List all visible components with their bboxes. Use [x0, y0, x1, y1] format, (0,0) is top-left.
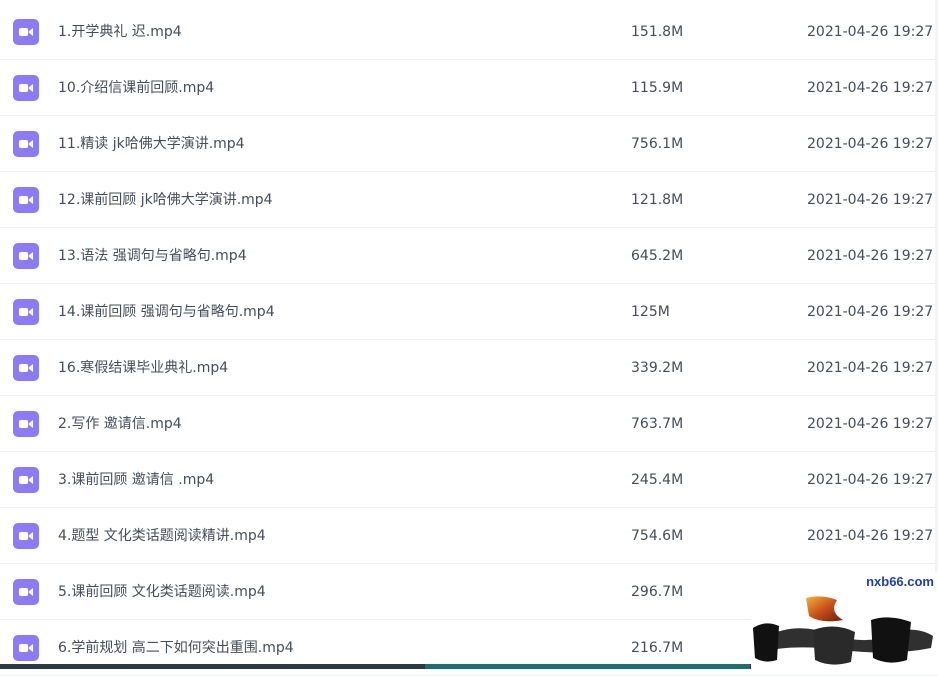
file-modified-date: 2021-04-26 19:27 — [807, 24, 934, 40]
file-name[interactable]: 1.开学典礼 迟.mp4 — [58, 4, 182, 60]
video-file-icon — [13, 299, 39, 325]
file-name[interactable]: 5.课前回顾 文化类话题阅读.mp4 — [58, 564, 266, 620]
camera-lens-shape — [28, 476, 33, 484]
file-row[interactable]: 10.介绍信课前回顾.mp4 115.9M 2021-04-26 19:27 — [0, 60, 938, 116]
camera-lens-shape — [28, 532, 33, 540]
camera-body-shape — [19, 364, 28, 372]
camera-body-shape — [19, 588, 28, 596]
camera-body-shape — [19, 420, 28, 428]
file-row[interactable]: 13.语法 强调句与省略句.mp4 645.2M 2021-04-26 19:27 — [0, 228, 938, 284]
camera-body-shape — [19, 644, 28, 652]
camera-lens-shape — [28, 84, 33, 92]
file-modified-date: 2021-04-26 19:27 — [807, 192, 934, 208]
video-file-icon — [13, 243, 39, 269]
file-modified-date: 2021-04-26 19:27 — [807, 472, 934, 488]
watermark-logo — [753, 596, 933, 665]
file-modified-date: 2021-04-26 19:27 — [807, 80, 934, 96]
watermark-site: nxb66.com — [866, 574, 934, 589]
file-name[interactable]: 14.课前回顾 强调句与省略句.mp4 — [58, 284, 275, 340]
file-modified-date: 2021-04-26 19:27 — [807, 416, 934, 432]
file-row[interactable]: 1.开学典礼 迟.mp4 151.8M 2021-04-26 19:27 — [0, 4, 938, 60]
video-file-icon — [13, 635, 39, 661]
camera-lens-shape — [28, 364, 33, 372]
camera-lens-shape — [28, 420, 33, 428]
file-size: 121.8M — [631, 192, 684, 208]
video-file-icon — [13, 523, 39, 549]
file-name[interactable]: 3.课前回顾 邀请信 .mp4 — [58, 452, 214, 508]
file-name[interactable]: 12.课前回顾 jk哈佛大学演讲.mp4 — [58, 172, 273, 228]
video-file-icon — [13, 355, 39, 381]
file-name[interactable]: 11.精读 jk哈佛大学演讲.mp4 — [58, 116, 245, 172]
file-row[interactable]: 2.写作 邀请信.mp4 763.7M 2021-04-26 19:27 — [0, 396, 938, 452]
file-row[interactable]: 16.寒假结课毕业典礼.mp4 339.2M 2021-04-26 19:27 — [0, 340, 938, 396]
camera-body-shape — [19, 84, 28, 92]
file-size: 339.2M — [631, 360, 684, 376]
camera-body-shape — [19, 252, 28, 260]
camera-lens-shape — [28, 196, 33, 204]
file-size: 245.4M — [631, 472, 684, 488]
watermark: nxb66.com — [751, 572, 938, 669]
video-file-icon — [13, 131, 39, 157]
file-size: 115.9M — [631, 80, 684, 96]
camera-body-shape — [19, 196, 28, 204]
file-modified-date: 2021-04-26 19:27 — [807, 360, 934, 376]
file-modified-date: 2021-04-26 19:27 — [807, 248, 934, 264]
camera-body-shape — [19, 476, 28, 484]
file-size: 754.6M — [631, 528, 684, 544]
taskbar-segment — [425, 664, 750, 669]
video-file-icon — [13, 579, 39, 605]
file-name[interactable]: 2.写作 邀请信.mp4 — [58, 396, 182, 452]
video-file-icon — [13, 411, 39, 437]
file-name[interactable]: 13.语法 强调句与省略句.mp4 — [58, 228, 247, 284]
camera-lens-shape — [28, 28, 33, 36]
file-modified-date: 2021-04-26 19:27 — [807, 304, 934, 320]
file-size: 296.7M — [631, 584, 684, 600]
camera-body-shape — [19, 28, 28, 36]
camera-lens-shape — [28, 588, 33, 596]
file-size: 151.8M — [631, 24, 684, 40]
file-row[interactable]: 14.课前回顾 强调句与省略句.mp4 125M 2021-04-26 19:27 — [0, 284, 938, 340]
camera-body-shape — [19, 140, 28, 148]
camera-body-shape — [19, 532, 28, 540]
camera-body-shape — [19, 308, 28, 316]
file-row[interactable]: 3.课前回顾 邀请信 .mp4 245.4M 2021-04-26 19:27 — [0, 452, 938, 508]
file-modified-date: 2021-04-26 19:27 — [807, 136, 934, 152]
file-row[interactable]: 11.精读 jk哈佛大学演讲.mp4 756.1M 2021-04-26 19:27 — [0, 116, 938, 172]
camera-lens-shape — [28, 140, 33, 148]
camera-lens-shape — [28, 252, 33, 260]
video-file-icon — [13, 75, 39, 101]
file-modified-date: 2021-04-26 19:27 — [807, 528, 934, 544]
file-size: 763.7M — [631, 416, 684, 432]
video-file-icon — [13, 187, 39, 213]
file-name[interactable]: 16.寒假结课毕业典礼.mp4 — [58, 340, 228, 396]
camera-lens-shape — [28, 644, 33, 652]
file-row[interactable]: 12.课前回顾 jk哈佛大学演讲.mp4 121.8M 2021-04-26 19:… — [0, 172, 938, 228]
file-size: 756.1M — [631, 136, 684, 152]
video-file-icon — [13, 467, 39, 493]
file-name[interactable]: 10.介绍信课前回顾.mp4 — [58, 60, 214, 116]
file-size: 125M — [631, 304, 670, 320]
camera-lens-shape — [28, 308, 33, 316]
video-file-icon — [13, 19, 39, 45]
file-row[interactable]: 4.题型 文化类话题阅读精讲.mp4 754.6M 2021-04-26 19:27 — [0, 508, 938, 564]
file-size: 645.2M — [631, 248, 684, 264]
file-name[interactable]: 4.题型 文化类话题阅读精讲.mp4 — [58, 508, 266, 564]
